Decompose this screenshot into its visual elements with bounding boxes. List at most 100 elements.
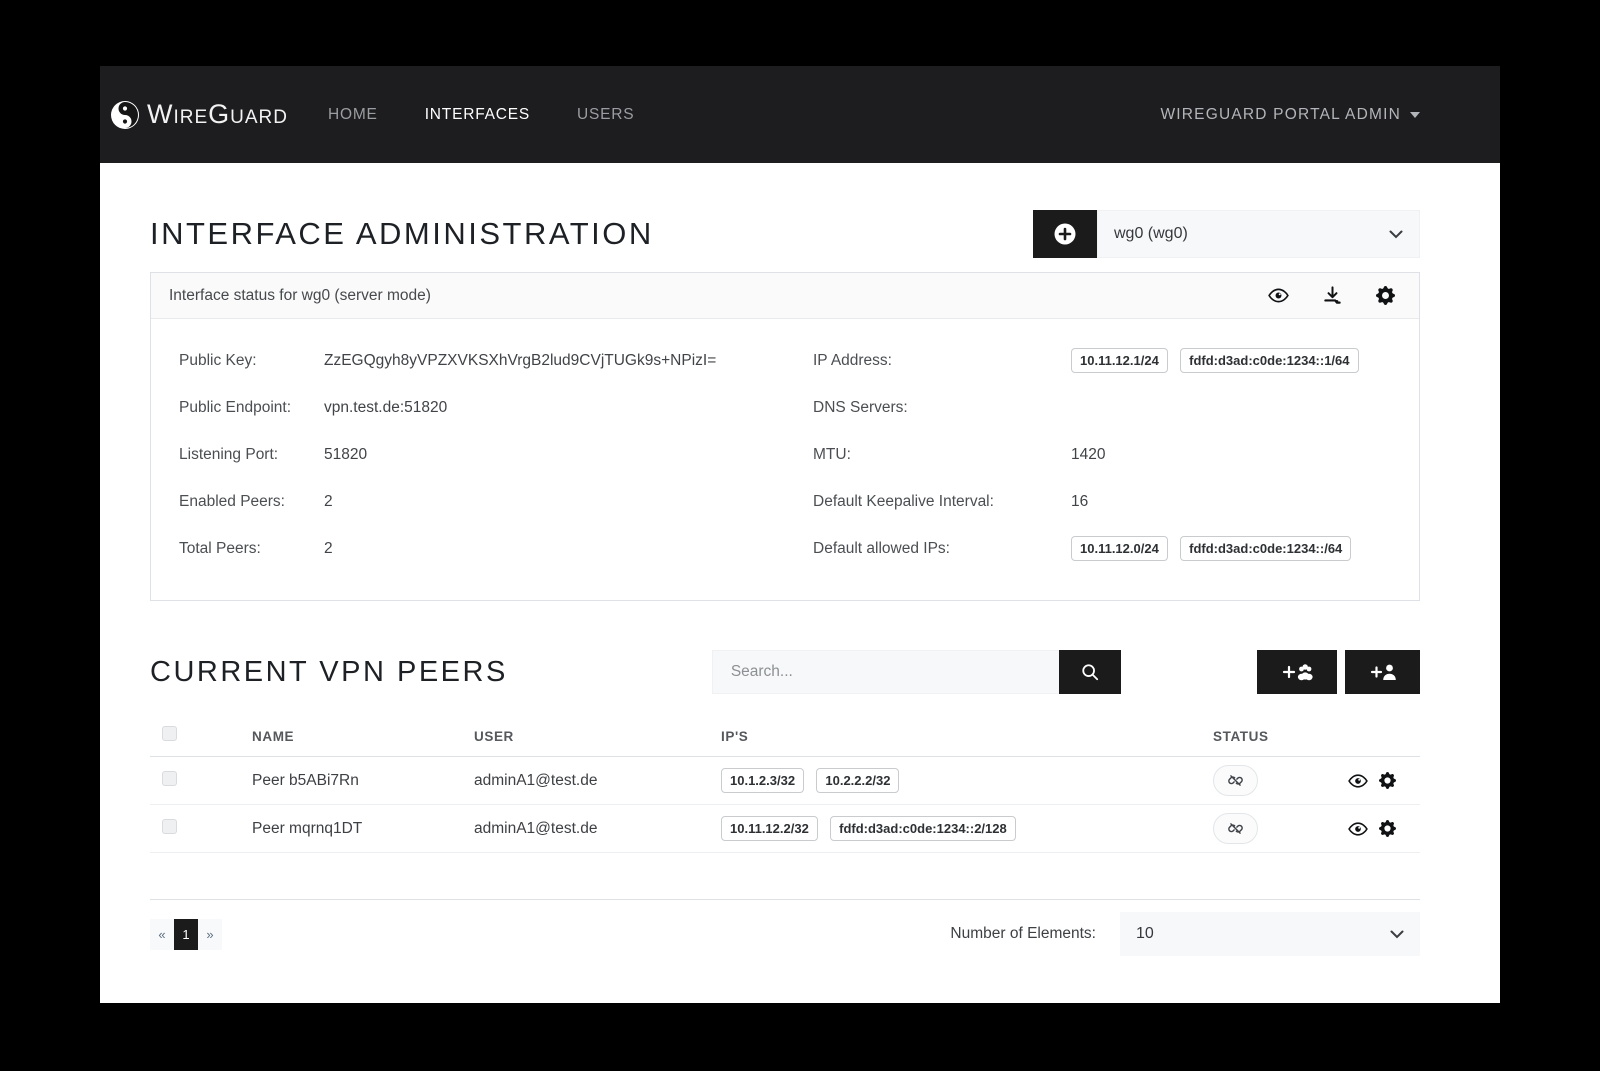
peer-user: adminA1@test.de (474, 820, 721, 838)
user-menu-label: WIREGUARD PORTAL ADMIN (1160, 106, 1401, 124)
search-icon (1081, 663, 1099, 681)
table-bottom-divider (150, 853, 1420, 900)
ip-badge: 10.11.12.2/32 (721, 816, 818, 841)
peer-name: Peer b5ABi7Rn (252, 772, 474, 790)
peer-actions (1257, 650, 1420, 694)
field-public-endpoint: Public Endpoint: vpn.test.de:51820 (179, 384, 761, 431)
page-size-select[interactable]: 10 (1120, 912, 1420, 956)
ip-badge: 10.1.2.3/32 (721, 768, 804, 793)
field-label: Public Key: (179, 349, 324, 372)
navbar: WireGuard HOME INTERFACES USERS WIREGUAR… (100, 66, 1500, 163)
pagination-prev[interactable]: « (150, 919, 174, 950)
select-all-checkbox[interactable] (162, 726, 177, 741)
add-peer-button[interactable] (1345, 650, 1420, 694)
field-badges: 10.11.12.0/24 fdfd:d3ad:c0de:1234::/64 (1071, 536, 1395, 561)
list-footer: « 1 » Number of Elements: 10 (150, 902, 1420, 956)
peers-section-title: CURRENT VPN PEERS (150, 656, 508, 689)
col-header-user: USER (474, 729, 721, 744)
ip-badge: fdfd:d3ad:c0de:1234::1/64 (1180, 348, 1358, 373)
table-header-row: NAME USER IP'S STATUS (150, 720, 1420, 757)
field-label: Total Peers: (179, 537, 324, 560)
field-public-key: Public Key: ZzEGQgyh8yVPZXVKSXhVrgB2lud9… (179, 337, 761, 384)
peer-view-button[interactable] (1348, 772, 1368, 789)
interface-select[interactable]: wg0 (wg0) (1097, 210, 1420, 258)
table-row: Peer b5ABi7Rn adminA1@test.de 10.1.2.3/3… (150, 757, 1420, 805)
table-row: Peer mqrnq1DT adminA1@test.de 10.11.12.2… (150, 805, 1420, 853)
page-title: INTERFACE ADMINISTRATION (150, 216, 654, 252)
field-label: Default allowed IPs: (813, 537, 1071, 560)
chevron-down-icon (1390, 930, 1404, 939)
field-total-peers: Total Peers: 2 (179, 525, 761, 572)
show-config-button[interactable] (1268, 286, 1289, 305)
main-content: INTERFACE ADMINISTRATION wg0 (wg0) (100, 163, 1500, 1003)
row-checkbox[interactable] (162, 819, 177, 834)
peer-user: adminA1@test.de (474, 772, 721, 790)
status-fields-left: Public Key: ZzEGQgyh8yVPZXVKSXhVrgB2lud9… (151, 337, 785, 572)
nav-item-home[interactable]: HOME (328, 106, 378, 124)
field-ip-address: IP Address: 10.11.12.1/24 fdfd:d3ad:c0de… (813, 337, 1395, 384)
pagination-next[interactable]: » (198, 919, 222, 950)
pagination-page-1[interactable]: 1 (174, 919, 198, 950)
peers-toolbar: CURRENT VPN PEERS (150, 650, 1420, 694)
add-interface-button[interactable] (1033, 210, 1097, 258)
brand-name: WireGuard (147, 99, 288, 130)
add-user-icon (1368, 662, 1398, 682)
ip-badge: fdfd:d3ad:c0de:1234::/64 (1180, 536, 1351, 561)
nav-item-interfaces[interactable]: INTERFACES (425, 106, 530, 124)
eye-icon (1348, 773, 1368, 789)
card-title: Interface status for wg0 (server mode) (169, 287, 431, 305)
interface-status-card: Interface status for wg0 (server mode) (150, 272, 1420, 601)
col-header-name: NAME (252, 729, 474, 744)
ip-badge: 10.11.12.1/24 (1071, 348, 1168, 373)
gear-icon (1379, 820, 1396, 837)
add-multiple-peers-button[interactable] (1257, 650, 1337, 694)
field-value: ZzEGQgyh8yVPZXVKSXhVrgB2lud9CVjTUGk9s+NP… (324, 352, 761, 370)
field-value: 51820 (324, 446, 761, 464)
search-input[interactable] (712, 650, 1059, 694)
peer-ips: 10.11.12.2/32 fdfd:d3ad:c0de:1234::2/128 (721, 816, 1213, 841)
peer-view-button[interactable] (1348, 820, 1368, 837)
field-value: 1420 (1071, 446, 1395, 464)
peer-settings-button[interactable] (1379, 820, 1396, 837)
card-header: Interface status for wg0 (server mode) (151, 273, 1419, 319)
interface-settings-button[interactable] (1376, 286, 1395, 305)
field-enabled-peers: Enabled Peers: 2 (179, 478, 761, 525)
page-header: INTERFACE ADMINISTRATION wg0 (wg0) (150, 163, 1420, 258)
field-label: Default Keepalive Interval: (813, 490, 1071, 513)
plus-circle-icon (1053, 222, 1077, 246)
wireguard-logo-icon (110, 100, 140, 130)
peer-ips: 10.1.2.3/32 10.2.2.2/32 (721, 768, 1213, 793)
caret-down-icon (1410, 112, 1420, 118)
gear-icon (1376, 286, 1395, 305)
ip-badge: 10.11.12.0/24 (1071, 536, 1168, 561)
field-label: Enabled Peers: (179, 490, 324, 513)
ip-badge: 10.2.2.2/32 (816, 768, 899, 793)
field-dns-servers: DNS Servers: (813, 384, 1395, 431)
field-label: Public Endpoint: (179, 396, 324, 419)
col-header-ips: IP'S (721, 729, 1213, 744)
nav-item-users[interactable]: USERS (577, 106, 634, 124)
peer-settings-button[interactable] (1379, 772, 1396, 789)
link-slash-icon (1227, 820, 1244, 837)
row-checkbox[interactable] (162, 771, 177, 786)
field-listening-port: Listening Port: 51820 (179, 431, 761, 478)
field-value: 2 (324, 493, 761, 511)
field-value: vpn.test.de:51820 (324, 399, 761, 417)
download-config-button[interactable] (1323, 286, 1342, 305)
page-size-group: Number of Elements: 10 (950, 912, 1420, 956)
page-size-value: 10 (1136, 925, 1154, 943)
interface-select-value: wg0 (wg0) (1114, 225, 1188, 243)
peer-name: Peer mqrnq1DT (252, 820, 474, 838)
eye-icon (1348, 821, 1368, 837)
card-header-icons (1268, 286, 1395, 305)
status-badge (1213, 813, 1258, 844)
field-label: IP Address: (813, 349, 1071, 372)
field-value: 2 (324, 540, 761, 558)
field-allowed-ips: Default allowed IPs: 10.11.12.0/24 fdfd:… (813, 525, 1395, 572)
gear-icon (1379, 772, 1396, 789)
add-users-icon (1280, 662, 1314, 682)
brand[interactable]: WireGuard (110, 99, 288, 130)
status-fields-right: IP Address: 10.11.12.1/24 fdfd:d3ad:c0de… (785, 337, 1419, 572)
user-menu-dropdown[interactable]: WIREGUARD PORTAL ADMIN (1160, 106, 1420, 124)
search-button[interactable] (1059, 650, 1121, 694)
